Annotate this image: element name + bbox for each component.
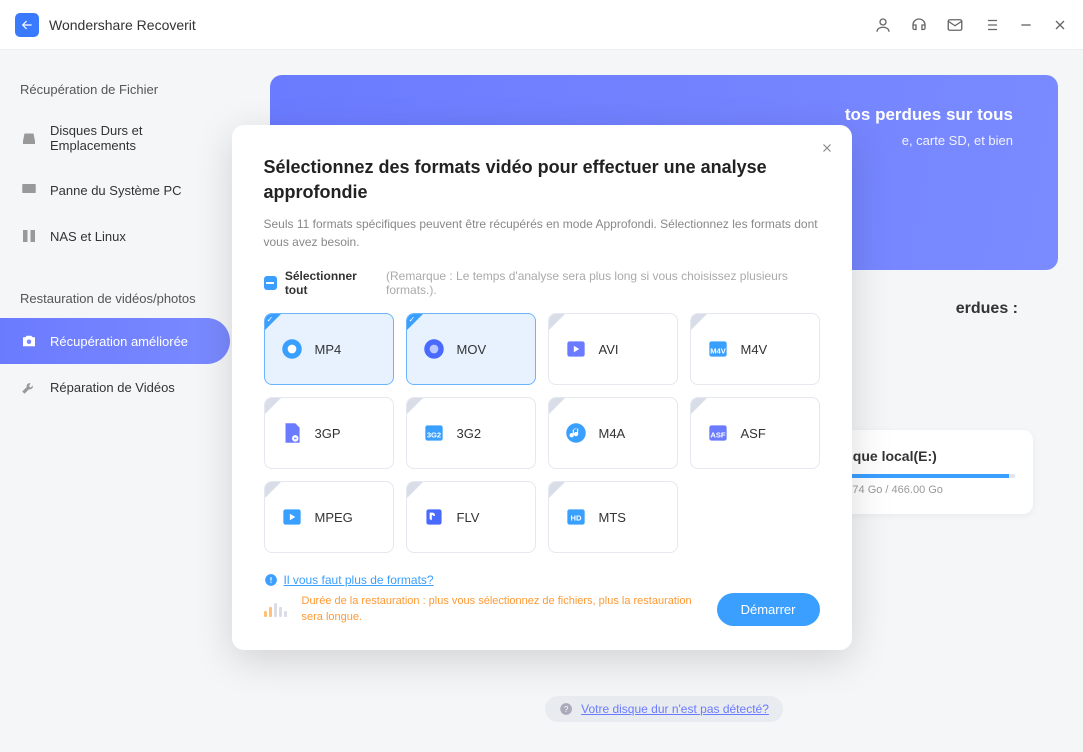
- select-all-note: (Remarque : Le temps d'analyse sera plus…: [386, 269, 819, 297]
- mpeg-icon: [279, 504, 305, 530]
- mov-icon: [421, 336, 447, 362]
- more-formats-link[interactable]: Il vous faut plus de formats?: [264, 573, 820, 587]
- format-label: ASF: [741, 426, 766, 441]
- format-label: FLV: [457, 510, 480, 525]
- m4v-icon: M4V: [705, 336, 731, 362]
- format-label: M4A: [599, 426, 626, 441]
- svg-text:3G2: 3G2: [426, 431, 440, 440]
- format-label: 3GP: [315, 426, 341, 441]
- mp4-icon: [279, 336, 305, 362]
- format-label: MPEG: [315, 510, 353, 525]
- checkbox-partial-icon[interactable]: [264, 276, 277, 290]
- format-label: M4V: [741, 342, 768, 357]
- format-card-flv[interactable]: FLV: [406, 481, 536, 553]
- format-label: MP4: [315, 342, 342, 357]
- svg-text:ASF: ASF: [710, 431, 726, 440]
- loading-icon: [264, 603, 287, 617]
- format-card-m4a[interactable]: M4A: [548, 397, 678, 469]
- threegp-icon: [279, 420, 305, 446]
- select-all-row[interactable]: Sélectionner tout (Remarque : Le temps d…: [264, 269, 820, 297]
- avi-icon: [563, 336, 589, 362]
- format-card-mov[interactable]: ✓ MOV: [406, 313, 536, 385]
- format-card-asf[interactable]: ASF ASF: [690, 397, 820, 469]
- mts-icon: HD: [563, 504, 589, 530]
- threeg2-icon: 3G2: [421, 420, 447, 446]
- footer-note: Durée de la restauration : plus vous sél…: [302, 594, 702, 625]
- format-label: AVI: [599, 342, 619, 357]
- start-button[interactable]: Démarrer: [717, 593, 820, 626]
- format-grid: ✓ MP4 ✓ MOV AVI M4V M4V 3GP 3G2 3G2: [264, 313, 820, 553]
- format-modal: Sélectionnez des formats vidéo pour effe…: [232, 125, 852, 650]
- format-card-mts[interactable]: HD MTS: [548, 481, 678, 553]
- select-all-label: Sélectionner tout: [285, 269, 378, 297]
- format-card-avi[interactable]: AVI: [548, 313, 678, 385]
- format-card-mpeg[interactable]: MPEG: [264, 481, 394, 553]
- format-card-3gp[interactable]: 3GP: [264, 397, 394, 469]
- format-label: MOV: [457, 342, 487, 357]
- m4a-icon: [563, 420, 589, 446]
- format-label: 3G2: [457, 426, 482, 441]
- svg-text:M4V: M4V: [710, 347, 726, 356]
- format-card-mp4[interactable]: ✓ MP4: [264, 313, 394, 385]
- format-card-3g2[interactable]: 3G2 3G2: [406, 397, 536, 469]
- modal-description: Seuls 11 formats spécifiques peuvent êtr…: [264, 215, 820, 251]
- svg-text:HD: HD: [570, 514, 581, 523]
- format-card-m4v[interactable]: M4V M4V: [690, 313, 820, 385]
- flv-icon: [421, 504, 447, 530]
- modal-title: Sélectionnez des formats vidéo pour effe…: [264, 155, 820, 205]
- format-label: MTS: [599, 510, 626, 525]
- asf-icon: ASF: [705, 420, 731, 446]
- close-icon[interactable]: [820, 141, 834, 155]
